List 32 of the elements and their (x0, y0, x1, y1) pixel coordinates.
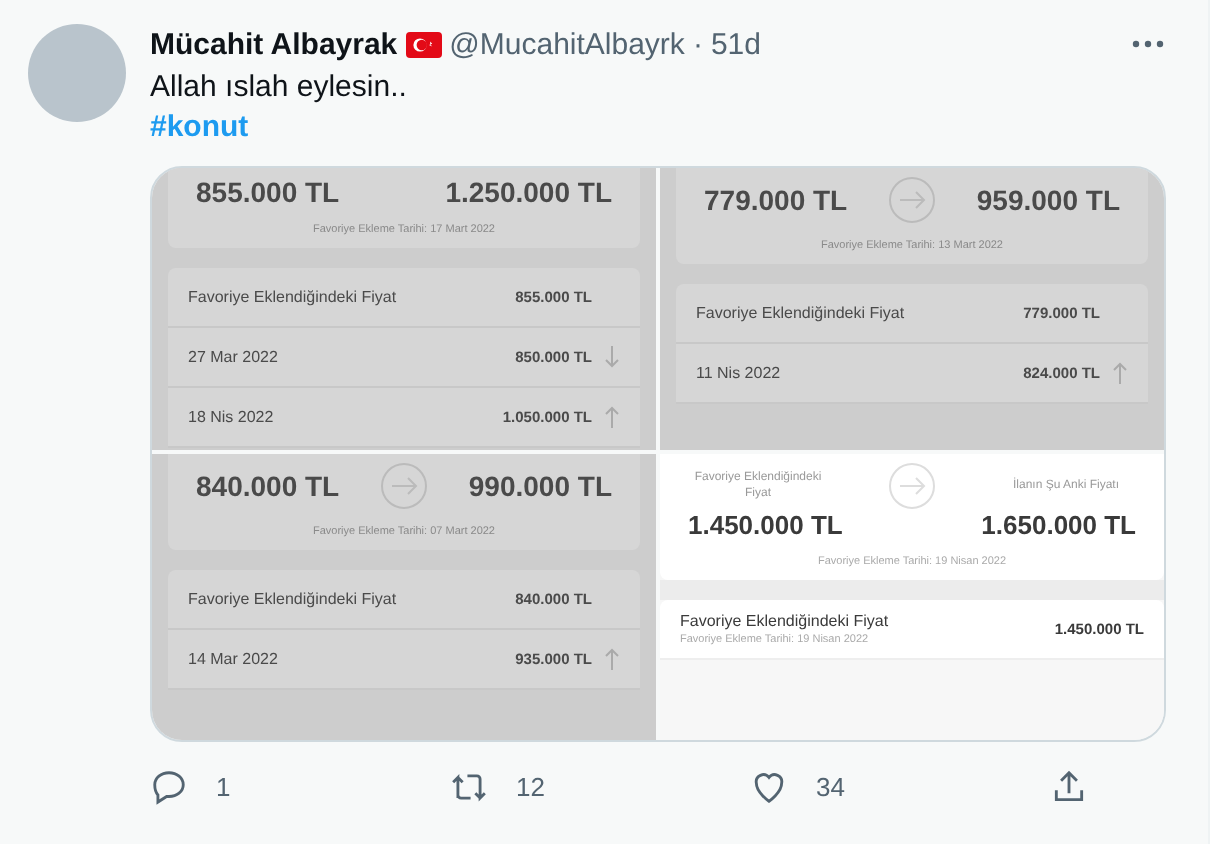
share-icon[interactable] (1050, 767, 1088, 805)
row-label: 14 Mar 2022 (188, 650, 280, 668)
arrow-circle-icon (888, 176, 936, 224)
price-value: 1.650.000 TL (981, 510, 1136, 540)
price-value: 959.000 TL (976, 184, 1120, 216)
author-handle[interactable]: @MucahitAlbayrk (449, 27, 685, 61)
more-icon[interactable] (1132, 40, 1164, 48)
separator-dot: · (692, 27, 703, 61)
like-count: 34 (816, 771, 845, 801)
flag-icon (405, 31, 442, 57)
price-value: 990.000 TL (468, 470, 612, 502)
row-label: Favoriye Eklendiğindeki Fiyat (696, 304, 907, 322)
price-value: 1.450.000 TL (688, 510, 843, 540)
price-value: 779.000 TL (704, 184, 848, 216)
author-name[interactable]: Mücahit Albayrak (150, 27, 398, 61)
tweet-text: Allah ıslah eylesin.. (150, 68, 409, 108)
row-label: 11 Nis 2022 (696, 364, 783, 382)
price-value: 840.000 TL (196, 470, 340, 502)
arrow-circle-icon (888, 462, 936, 510)
row-label: 18 Nis 2022 (188, 408, 276, 426)
arrow-circle-icon (380, 462, 428, 510)
row-label: 27 Mar 2022 (188, 348, 280, 366)
tweet-time[interactable]: 51d (710, 27, 761, 61)
row-label: Favoriye Eklendiğindeki Fiyat (680, 612, 891, 630)
price-value: 1.250.000 TL (445, 176, 612, 208)
reply-count: 1 (216, 771, 231, 801)
row-label: Favoriye Eklendiğindeki Fiyat (188, 288, 399, 306)
reply-icon[interactable] (150, 767, 188, 805)
row-label: Favoriye Eklendiğindeki Fiyat (188, 590, 399, 608)
heart-icon[interactable] (750, 767, 788, 805)
retweet-count: 12 (516, 771, 545, 801)
price-value: 855.000 TL (196, 176, 340, 208)
